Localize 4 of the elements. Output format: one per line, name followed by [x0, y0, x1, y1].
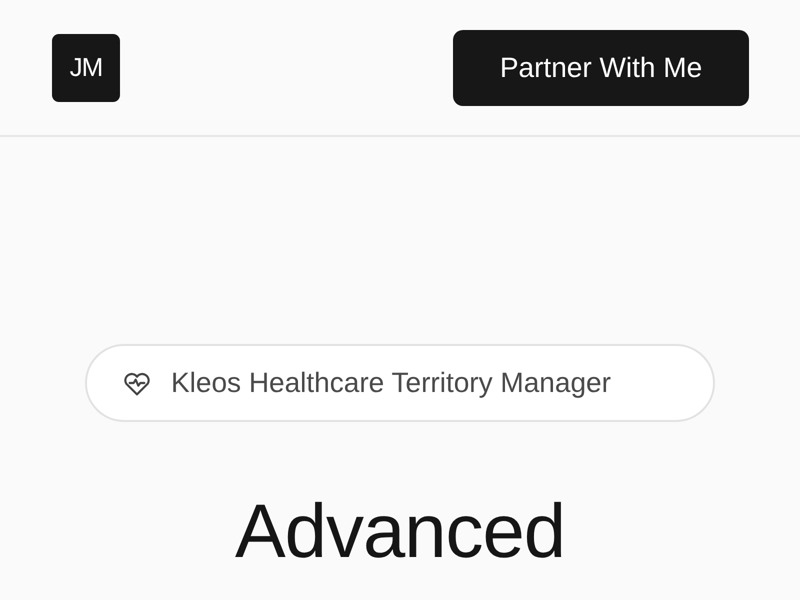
- partner-button[interactable]: Partner With Me: [453, 30, 749, 106]
- hero-heading: Advanced: [234, 494, 566, 570]
- logo[interactable]: JM: [52, 34, 120, 102]
- badge-text: Kleos Healthcare Territory Manager: [171, 367, 611, 399]
